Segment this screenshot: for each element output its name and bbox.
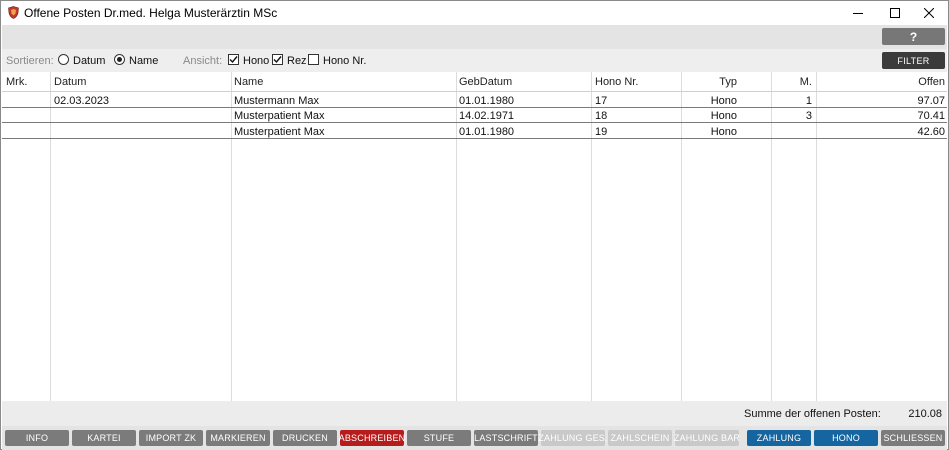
cell-offen: 70.41 [917,110,945,122]
zahlschein-button[interactable]: ZAHLSCHEIN [608,430,672,446]
minimize-button[interactable] [838,1,878,25]
view-hono-nr-label[interactable]: Hono Nr. [323,55,366,67]
cell-offen: 97.07 [917,95,945,107]
kartei-button[interactable]: KARTEI [72,430,136,446]
cell-hono-nr: 17 [595,95,608,107]
lastschrift-button[interactable]: LASTSCHRIFT [474,430,538,446]
column-header-m[interactable]: M. [772,76,812,88]
cell-datum: 02.03.2023 [54,95,110,107]
cell-m: 3 [805,110,812,122]
column-header-gebdatum[interactable]: GebDatum [459,76,512,88]
row-divider [2,122,947,123]
summary-bar: Summe der offenen Posten: 210.08 [2,401,947,426]
sort-label: Sortieren: [6,55,54,67]
main-window: Offene Posten Dr.med. Helga Musterärztin… [0,0,949,450]
cell-typ: Hono [710,95,737,107]
checkmark-icon [273,56,282,64]
column-header-typ[interactable]: Typ [682,76,737,88]
checkmark-icon [229,56,238,64]
cell-gebdatum: 14.02.1971 [459,110,515,122]
zahlung-button[interactable]: ZAHLUNG [747,430,811,446]
info-button[interactable]: INFO [5,430,69,446]
column-header-mrk[interactable]: Mrk. [6,76,27,88]
column-header-hono-nr[interactable]: Hono Nr. [595,76,638,88]
close-button[interactable] [909,1,949,25]
schliessen-button[interactable]: SCHLIESSEN [881,430,945,446]
cell-typ: Hono [710,110,737,122]
cell-name: Musterpatient Max [234,126,325,138]
app-shield-icon [8,6,19,19]
action-button-bar: INFO KARTEI IMPORT ZK MARKIEREN DRUCKEN … [2,426,947,450]
cell-hono-nr: 18 [595,110,608,122]
title-bar: Offene Posten Dr.med. Helga Musterärztin… [1,1,948,25]
view-hono-checkbox[interactable] [228,54,239,65]
column-header-name[interactable]: Name [234,76,263,88]
cell-hono-nr: 19 [595,126,608,138]
minimize-icon [853,8,863,18]
window-title: Offene Posten Dr.med. Helga Musterärztin… [24,6,278,20]
hono-button[interactable]: HONO [814,430,878,446]
help-button[interactable]: ? [882,28,945,45]
sort-datum-label[interactable]: Datum [73,55,105,67]
view-hono-nr-checkbox[interactable] [308,54,319,65]
toolbar: ? [2,25,947,49]
header-divider [2,91,947,92]
stufe-button[interactable]: STUFE [407,430,471,446]
cell-gebdatum: 01.01.1980 [459,95,515,107]
column-header-datum[interactable]: Datum [54,76,86,88]
row-divider [2,107,947,108]
zahlung-bar-button[interactable]: ZAHLUNG BAR [674,430,740,446]
maximize-icon [890,8,900,18]
view-rez-label[interactable]: Rez [287,55,307,67]
abschreiben-button[interactable]: ABSCHREIBEN [339,430,405,446]
import-zk-button[interactable]: IMPORT ZK [139,430,203,446]
cell-offen: 42.60 [917,126,945,138]
sort-name-label[interactable]: Name [129,55,158,67]
cell-typ: Hono [710,126,737,138]
filter-button[interactable]: FILTER [882,52,945,69]
sort-name-radio[interactable] [114,54,125,65]
cell-gebdatum: 01.01.1980 [459,126,515,138]
summary-value: 210.08 [908,408,942,420]
cell-name: Musterpatient Max [234,110,325,122]
sort-datum-radio[interactable] [58,54,69,65]
cell-m: 1 [805,95,812,107]
view-label: Ansicht: [183,55,223,67]
drucken-button[interactable]: DRUCKEN [273,430,337,446]
summary-label: Summe der offenen Posten: [744,408,881,420]
markieren-button[interactable]: MARKIEREN [206,430,270,446]
view-hono-label[interactable]: Hono [243,55,269,67]
cell-name: Mustermann Max [234,95,319,107]
open-items-table[interactable]: Mrk. Datum Name GebDatum Hono Nr. Typ M.… [2,72,947,401]
row-divider [2,138,947,139]
zahlung-ges-button[interactable]: ZAHLUNG GES. [538,430,608,446]
view-rez-checkbox[interactable] [272,54,283,65]
close-icon [924,8,934,18]
column-header-offen[interactable]: Offen [817,76,945,88]
sort-view-bar: Sortieren: Datum Name Ansicht: Hono Rez … [2,49,947,72]
